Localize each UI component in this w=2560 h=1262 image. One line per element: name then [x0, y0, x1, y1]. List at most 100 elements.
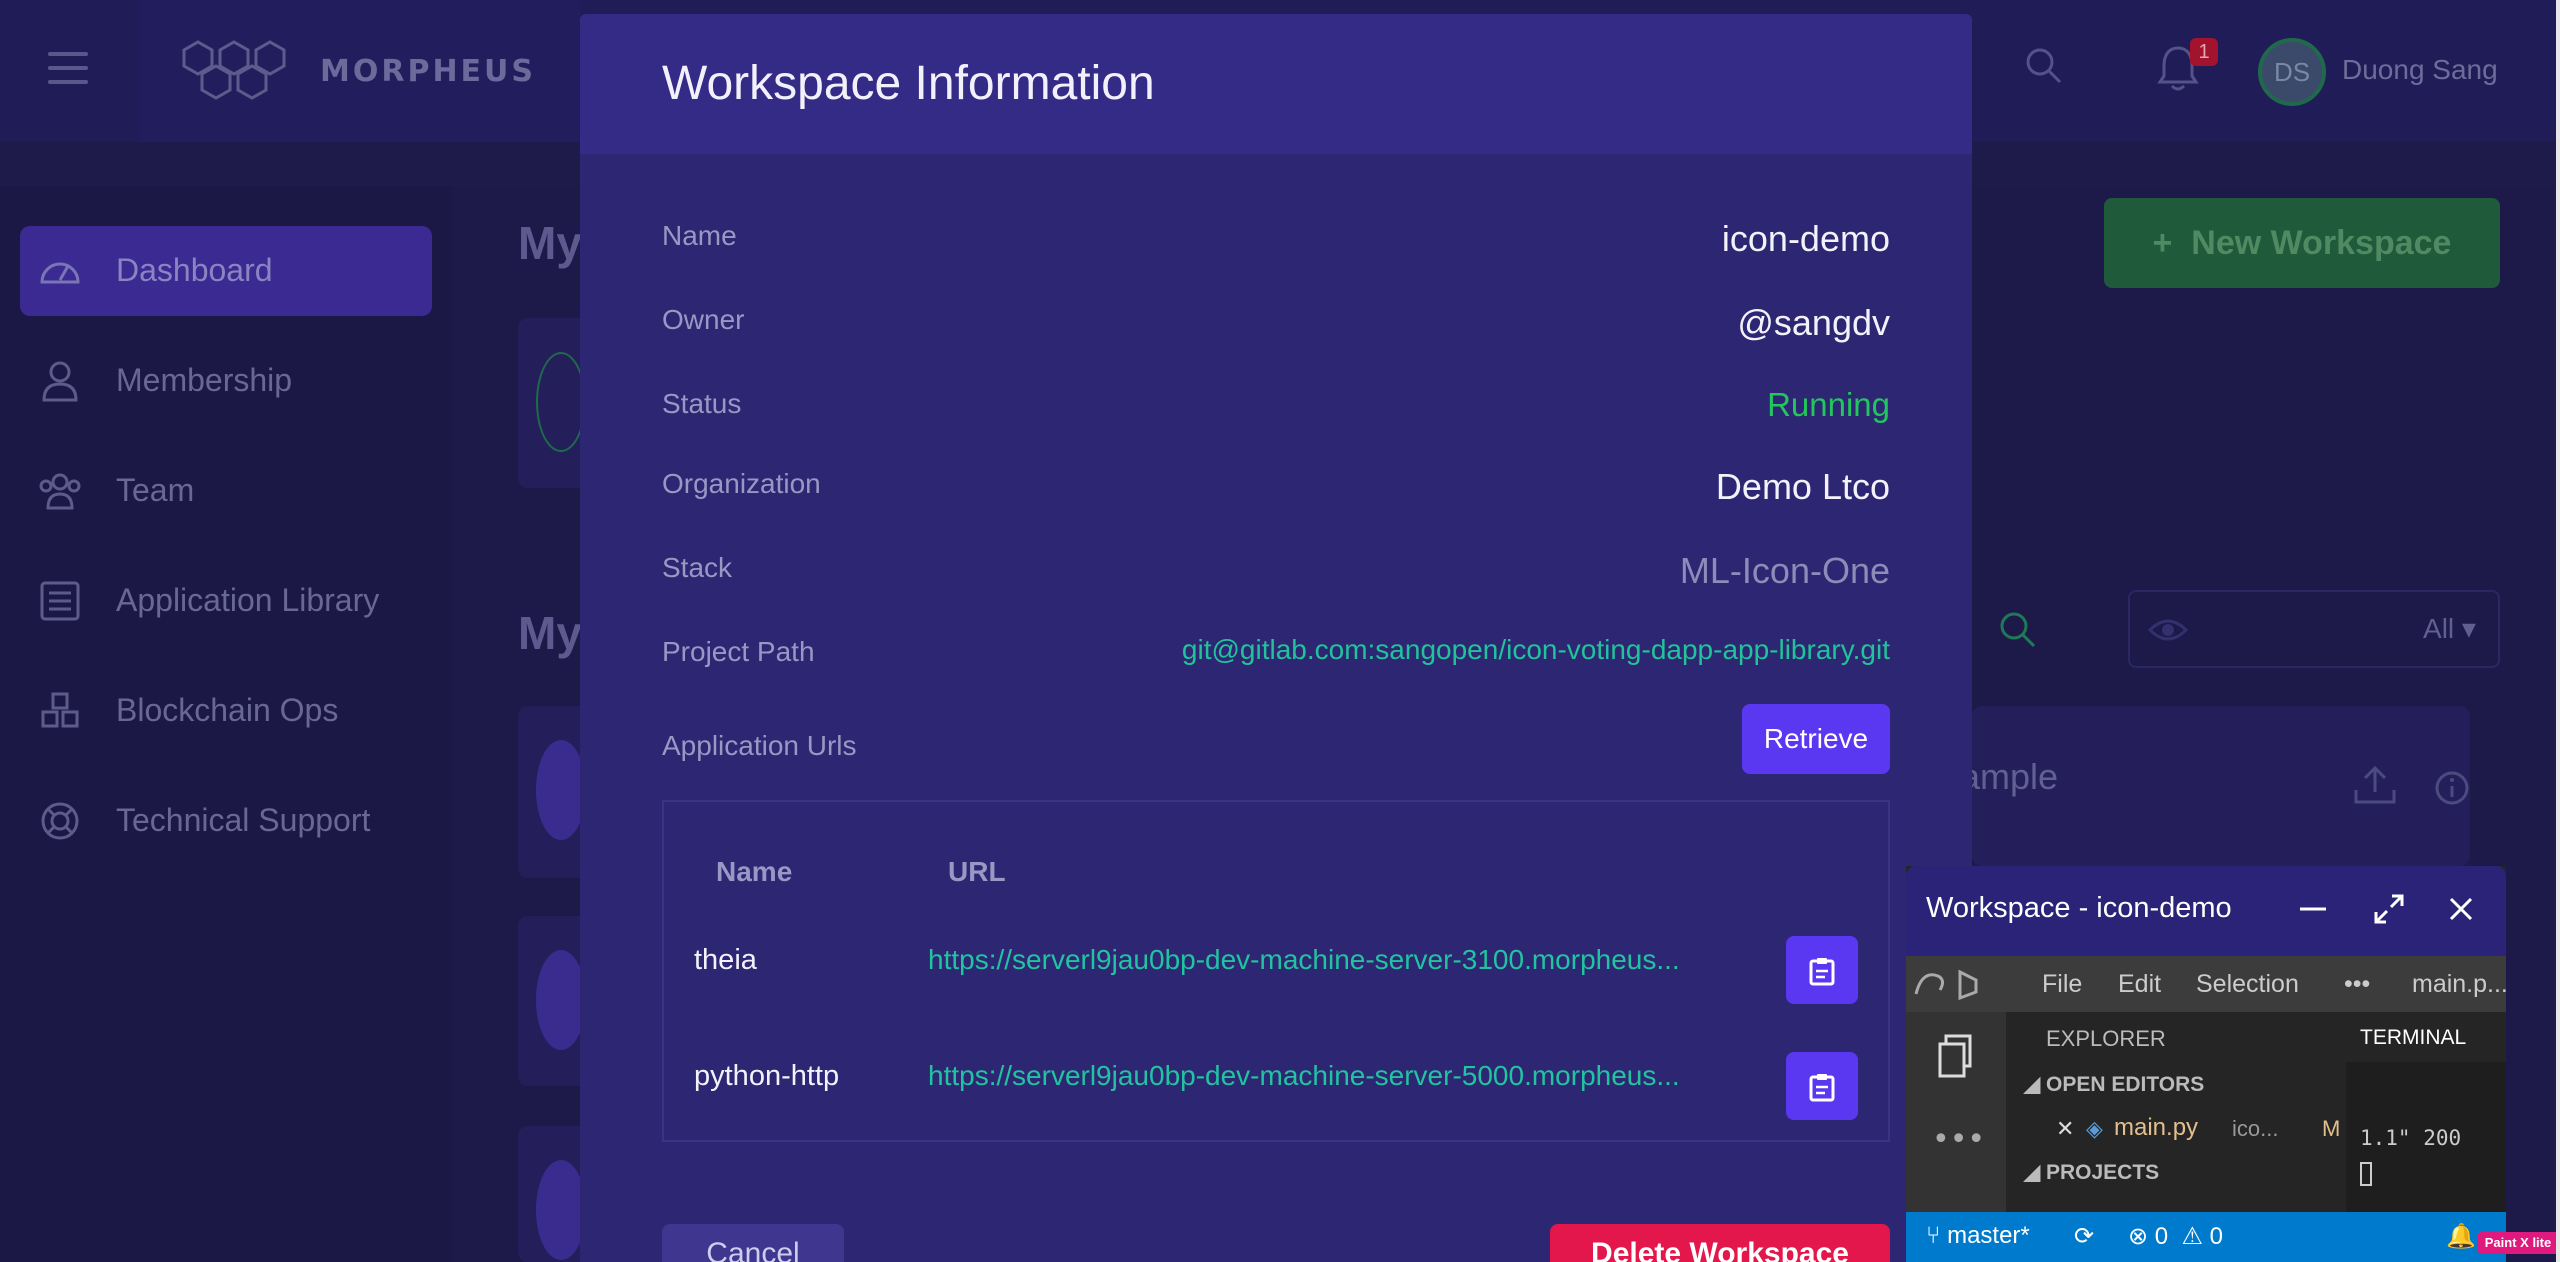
- info-row-owner: Owner @sangdv: [662, 294, 1890, 354]
- copy-url-button[interactable]: [1786, 936, 1858, 1004]
- background-card-icon: [536, 1160, 586, 1260]
- application-urls-table: Name URL theia https://serverl9jau0bp-de…: [662, 800, 1890, 1142]
- python-file-icon: ◈: [2086, 1116, 2103, 1141]
- ide-status-bar: ⑂ master* ⟳ ⊗ 0 ⚠ 0 🔔: [1906, 1212, 2506, 1262]
- status-badge: Running: [1767, 386, 1890, 423]
- cancel-button[interactable]: Cancel: [662, 1224, 844, 1262]
- close-icon[interactable]: [2444, 892, 2478, 926]
- delete-workspace-button[interactable]: Delete Workspace: [1550, 1224, 1890, 1262]
- ide-window-title: Workspace - icon-demo: [1926, 892, 2232, 924]
- user-name[interactable]: Duong Sang: [2342, 54, 2498, 86]
- new-workspace-button[interactable]: + New Workspace: [2104, 198, 2500, 288]
- menu-selection[interactable]: Selection: [2196, 970, 2299, 999]
- expand-icon[interactable]: [2372, 892, 2406, 926]
- explorer-title: EXPLORER: [2046, 1026, 2166, 1051]
- upload-icon[interactable]: [2352, 762, 2398, 806]
- table-cell-name: theia: [694, 944, 757, 976]
- lifebuoy-icon: [41, 802, 79, 840]
- info-row-organization: Organization Demo Ltco: [662, 458, 1890, 518]
- info-row-name: Name icon-demo: [662, 210, 1890, 270]
- visibility-filter-select[interactable]: All ▾: [2128, 590, 2500, 668]
- new-workspace-label: New Workspace: [2191, 224, 2452, 262]
- owner-label: Owner: [662, 304, 745, 335]
- organization-value: Demo Ltco: [1715, 466, 1890, 507]
- user-icon: [42, 361, 78, 402]
- sidebar-item-blockchain-ops[interactable]: Blockchain Ops: [20, 666, 432, 756]
- section-heading-partial: My: [518, 607, 582, 659]
- sync-icon[interactable]: ⟳: [2074, 1222, 2094, 1251]
- open-editors-header[interactable]: ◢ OPEN EDITORS: [2024, 1072, 2204, 1097]
- menu-file[interactable]: File: [2042, 970, 2082, 999]
- git-modified-badge: M: [2322, 1116, 2341, 1141]
- notification-badge: 1: [2190, 38, 2218, 66]
- git-branch-status[interactable]: ⑂ master*: [1926, 1222, 2030, 1250]
- more-icon[interactable]: •••: [1932, 1122, 1985, 1157]
- table-cell-name: python-http: [694, 1060, 840, 1092]
- sidebar-item-technical-support[interactable]: Technical Support: [20, 776, 432, 866]
- menu-toggle-icon[interactable]: [48, 52, 88, 86]
- info-row-project-path: Project Path git@gitlab.com:sangopen/ico…: [662, 626, 1890, 686]
- ide-window-titlebar[interactable]: Workspace - icon-demo: [1906, 866, 2506, 956]
- problems-status[interactable]: ⊗ 0 ⚠ 0: [2128, 1222, 2223, 1251]
- open-file-main-py[interactable]: main.py: [2114, 1114, 2198, 1142]
- menu-edit[interactable]: Edit: [2118, 970, 2161, 999]
- terminal-tab[interactable]: TERMINAL: [2360, 1026, 2466, 1050]
- project-path-link[interactable]: git@gitlab.com:sangopen/icon-voting-dapp…: [1182, 634, 1890, 666]
- table-cell-url-link[interactable]: https://serverl9jau0bp-dev-machine-serve…: [928, 944, 1680, 976]
- team-icon: [39, 473, 81, 510]
- list-icon: [40, 581, 80, 621]
- stack-value: ML-Icon-One: [1679, 550, 1890, 591]
- open-file-path: ico...: [2232, 1116, 2279, 1141]
- projects-header[interactable]: ◢ PROJECTS: [2024, 1160, 2159, 1185]
- window-edge: [2556, 0, 2560, 1262]
- organization-label: Organization: [662, 468, 821, 499]
- minimize-icon[interactable]: [2296, 892, 2330, 926]
- workspace-info-modal: Workspace Information Name icon-demo Own…: [580, 14, 1972, 1262]
- files-icon[interactable]: [1936, 1032, 1976, 1080]
- paint-x-lite-watermark: Paint X lite: [2478, 1232, 2558, 1254]
- sidebar-item-label: Membership: [116, 362, 293, 398]
- sidebar-item-team[interactable]: Team: [20, 446, 432, 536]
- info-row-application-urls: Application Urls: [662, 720, 1890, 780]
- theia-vscode-logo-icon: [1914, 969, 1978, 1001]
- sidebar-item-label: Dashboard: [116, 252, 273, 288]
- menu-more[interactable]: •••: [2344, 970, 2370, 999]
- ide-menubar: File Edit Selection ••• main.p...: [1906, 956, 2506, 1012]
- workspace-ide-window: Workspace - icon-demo File Edit Selectio…: [1906, 866, 2506, 1262]
- terminal-output: 1.1" 200: [2360, 1126, 2462, 1150]
- avatar[interactable]: DS: [2258, 38, 2326, 106]
- application-urls-label: Application Urls: [662, 730, 857, 761]
- sidebar-item-label: Blockchain Ops: [116, 692, 339, 728]
- terminal-cursor: [2360, 1162, 2372, 1186]
- search-icon[interactable]: [2024, 46, 2064, 86]
- table-cell-url-link[interactable]: https://serverl9jau0bp-dev-machine-serve…: [928, 1060, 1680, 1092]
- sidebar: Dashboard Membership Team Application Li…: [0, 186, 452, 1262]
- ide-activity-bar: •••: [1906, 1012, 2006, 1212]
- close-editor-icon[interactable]: ✕: [2056, 1116, 2074, 1142]
- stack-label: Stack: [662, 552, 733, 583]
- page-heading-partial: My: [518, 217, 582, 269]
- background-card-icon: [536, 950, 586, 1050]
- retrieve-button[interactable]: Retrieve: [1742, 704, 1890, 774]
- sidebar-item-label: Team: [116, 472, 195, 508]
- project-path-label: Project Path: [662, 636, 815, 667]
- sidebar-item-membership[interactable]: Membership: [20, 336, 432, 426]
- background-card-icon: [536, 352, 586, 452]
- table-header-name: Name: [716, 856, 793, 887]
- notification-bell-icon[interactable]: 🔔: [2446, 1222, 2476, 1251]
- copy-url-button[interactable]: [1786, 1052, 1858, 1120]
- table-header-url: URL: [948, 856, 1006, 887]
- background-card-title: ample: [1960, 756, 2059, 797]
- status-label: Status: [662, 388, 742, 419]
- sidebar-item-application-library[interactable]: Application Library: [20, 556, 432, 646]
- background-card-icon: [536, 740, 586, 840]
- eye-icon: [2148, 619, 2188, 641]
- name-value: icon-demo: [1721, 218, 1890, 259]
- sidebar-item-dashboard[interactable]: Dashboard: [20, 226, 432, 316]
- clipboard-icon: [1809, 1074, 1835, 1102]
- plus-icon: +: [2152, 224, 2192, 262]
- filter-search-icon[interactable]: [1998, 610, 2038, 650]
- info-icon[interactable]: [2434, 770, 2470, 806]
- tab-main-py[interactable]: main.p...: [2412, 970, 2506, 999]
- info-row-stack: Stack ML-Icon-One: [662, 542, 1890, 602]
